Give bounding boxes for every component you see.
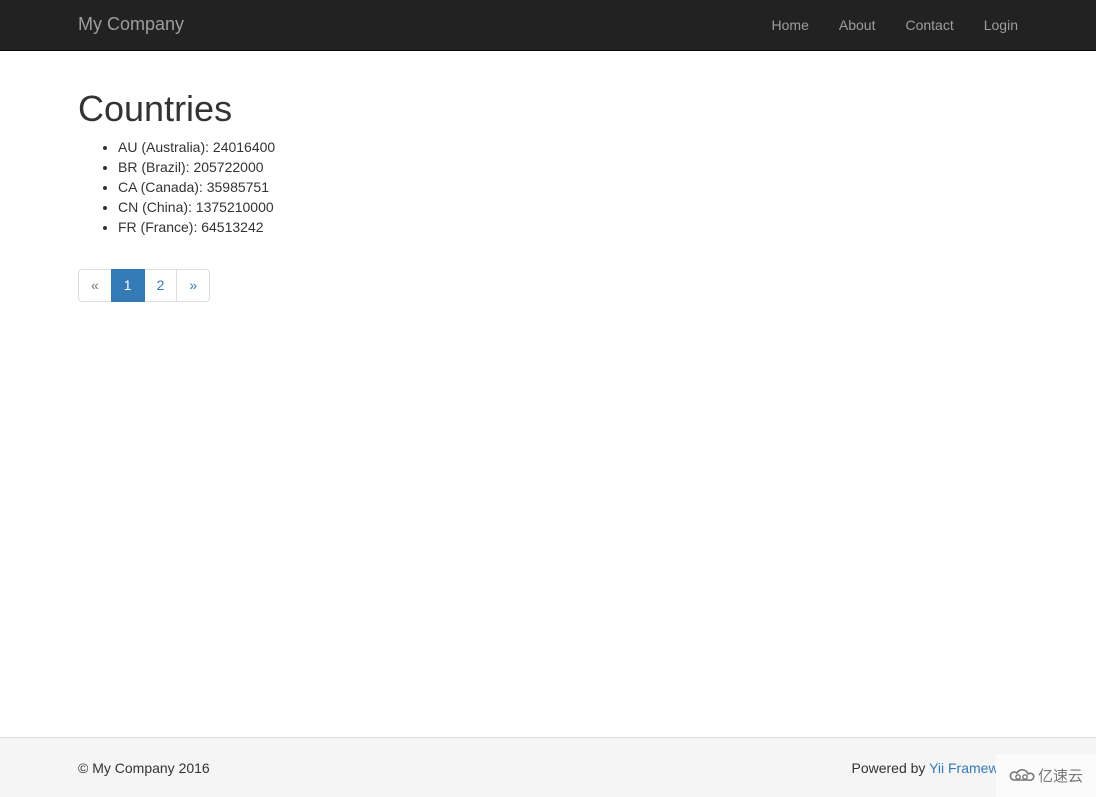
list-item: BR (Brazil): 205722000 (118, 157, 275, 177)
pagination-next-button[interactable]: » (176, 269, 211, 302)
nav-item-home[interactable]: Home (757, 0, 824, 50)
copyright-text: © My Company 2016 (78, 760, 210, 776)
main-content: Countries AU (Australia): 24016400 BR (B… (78, 89, 275, 237)
list-item: CN (China): 1375210000 (118, 197, 275, 217)
list-item: FR (France): 64513242 (118, 217, 275, 237)
nav-menu: Home About Contact Login (757, 0, 1018, 50)
nav-item-contact[interactable]: Contact (890, 0, 968, 50)
list-item: AU (Australia): 24016400 (118, 137, 275, 157)
footer: © My Company 2016 Powered by Yii Framewo… (0, 737, 1096, 797)
powered-by-text: Powered by (851, 760, 930, 776)
pagination-page-1[interactable]: 1 (110, 269, 145, 302)
powered-by: Powered by Yii Framework (851, 760, 1018, 776)
brand-link[interactable]: My Company (78, 14, 184, 34)
list-item: CA (Canada): 35985751 (118, 177, 275, 197)
watermark-text: 亿速云 (1037, 768, 1083, 785)
cloud-logo-icon (1009, 765, 1035, 787)
pagination-prev-button[interactable]: « (78, 269, 112, 302)
nav-item-about[interactable]: About (824, 0, 891, 50)
pagination: « 1 2 » (78, 269, 211, 302)
nav-item-login[interactable]: Login (969, 0, 1018, 50)
country-list: AU (Australia): 24016400 BR (Brazil): 20… (78, 137, 275, 237)
navbar: My Company Home About Contact Login (0, 0, 1096, 51)
page-title: Countries (78, 88, 233, 129)
pagination-page-2[interactable]: 2 (143, 269, 178, 302)
watermark: 亿速云 (996, 754, 1096, 797)
